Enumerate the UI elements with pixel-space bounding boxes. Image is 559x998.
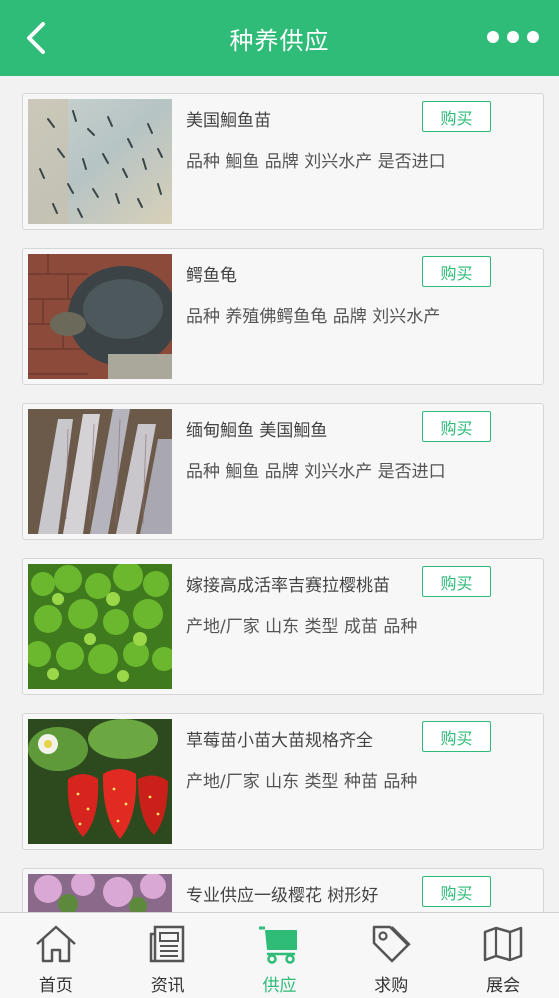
product-desc: 品种 鮰鱼 品牌 刘兴水产 是否进口 bbox=[186, 152, 446, 172]
buy-button[interactable]: 购买 bbox=[422, 256, 491, 287]
page-title: 种养供应 bbox=[229, 26, 330, 55]
product-image[interactable] bbox=[28, 564, 172, 689]
chevron-left-icon bbox=[27, 22, 45, 54]
nav-label: 供应 bbox=[262, 976, 297, 996]
product-card[interactable]: 缅甸鮰鱼 美国鮰鱼 购买 品种 鮰鱼 品牌 刘兴水产 是否进口 bbox=[22, 403, 544, 540]
nav-item-exhibition[interactable]: 展会 bbox=[447, 913, 559, 998]
buy-button[interactable]: 购买 bbox=[422, 566, 491, 597]
nav-label: 资讯 bbox=[150, 976, 185, 996]
buy-button[interactable]: 购买 bbox=[422, 101, 491, 132]
nav-label: 首页 bbox=[38, 976, 73, 996]
more-button[interactable] bbox=[487, 22, 539, 52]
product-image[interactable] bbox=[28, 719, 172, 844]
buy-button[interactable]: 购买 bbox=[422, 721, 491, 752]
map-icon bbox=[481, 923, 525, 965]
cart-icon bbox=[257, 923, 301, 965]
buy-button[interactable]: 购买 bbox=[422, 876, 491, 907]
news-icon bbox=[146, 923, 190, 965]
nav-label: 展会 bbox=[486, 976, 521, 996]
nav-item-home[interactable]: 首页 bbox=[0, 913, 112, 998]
header-bar: 种养供应 bbox=[0, 0, 559, 76]
product-name[interactable]: 嫁接高成活率吉赛拉樱桃苗 bbox=[186, 571, 416, 596]
tag-icon bbox=[369, 923, 413, 965]
nav-item-supply[interactable]: 供应 bbox=[224, 913, 336, 998]
app: 种养供应 美国鮰鱼苗 购买 品种 鮰鱼 品牌 刘兴水产 是否进口 鳄鱼龟 购买 … bbox=[0, 0, 559, 998]
product-card[interactable]: 美国鮰鱼苗 购买 品种 鮰鱼 品牌 刘兴水产 是否进口 bbox=[22, 93, 544, 230]
product-name[interactable]: 缅甸鮰鱼 美国鮰鱼 bbox=[186, 416, 416, 441]
product-name[interactable]: 美国鮰鱼苗 bbox=[186, 106, 416, 131]
product-card[interactable]: 草莓苗小苗大苗规格齐全 购买 产地/厂家 山东 类型 种苗 品种 bbox=[22, 713, 544, 850]
bottom-nav: 首页 资讯 供应 求购 展会 bbox=[0, 912, 559, 998]
product-image[interactable] bbox=[28, 409, 172, 534]
nav-item-purchase[interactable]: 求购 bbox=[335, 913, 447, 998]
back-button[interactable] bbox=[18, 18, 54, 58]
more-dot bbox=[527, 31, 539, 43]
product-desc: 产地/厂家 山东 类型 种苗 品种 bbox=[186, 772, 418, 792]
product-name[interactable]: 专业供应一级樱花 树形好 bbox=[186, 881, 416, 906]
home-icon bbox=[34, 923, 78, 965]
product-image[interactable] bbox=[28, 874, 172, 912]
buy-button[interactable]: 购买 bbox=[422, 411, 491, 442]
nav-item-news[interactable]: 资讯 bbox=[112, 913, 224, 998]
product-name[interactable]: 草莓苗小苗大苗规格齐全 bbox=[186, 726, 416, 751]
product-desc: 品种 养殖佛鳄鱼龟 品牌 刘兴水产 bbox=[186, 307, 441, 327]
more-dot bbox=[507, 31, 519, 43]
product-card[interactable]: 鳄鱼龟 购买 品种 养殖佛鳄鱼龟 品牌 刘兴水产 bbox=[22, 248, 544, 385]
product-card[interactable]: 专业供应一级樱花 树形好 购买 bbox=[22, 868, 544, 912]
more-dot bbox=[487, 31, 499, 43]
product-list[interactable]: 美国鮰鱼苗 购买 品种 鮰鱼 品牌 刘兴水产 是否进口 鳄鱼龟 购买 品种 养殖… bbox=[0, 76, 559, 912]
product-desc: 品种 鮰鱼 品牌 刘兴水产 是否进口 bbox=[186, 462, 446, 482]
product-image[interactable] bbox=[28, 99, 172, 224]
product-image[interactable] bbox=[28, 254, 172, 379]
product-card[interactable]: 嫁接高成活率吉赛拉樱桃苗 购买 产地/厂家 山东 类型 成苗 品种 bbox=[22, 558, 544, 695]
product-name[interactable]: 鳄鱼龟 bbox=[186, 261, 416, 286]
product-desc: 产地/厂家 山东 类型 成苗 品种 bbox=[186, 617, 418, 637]
nav-label: 求购 bbox=[374, 976, 409, 996]
